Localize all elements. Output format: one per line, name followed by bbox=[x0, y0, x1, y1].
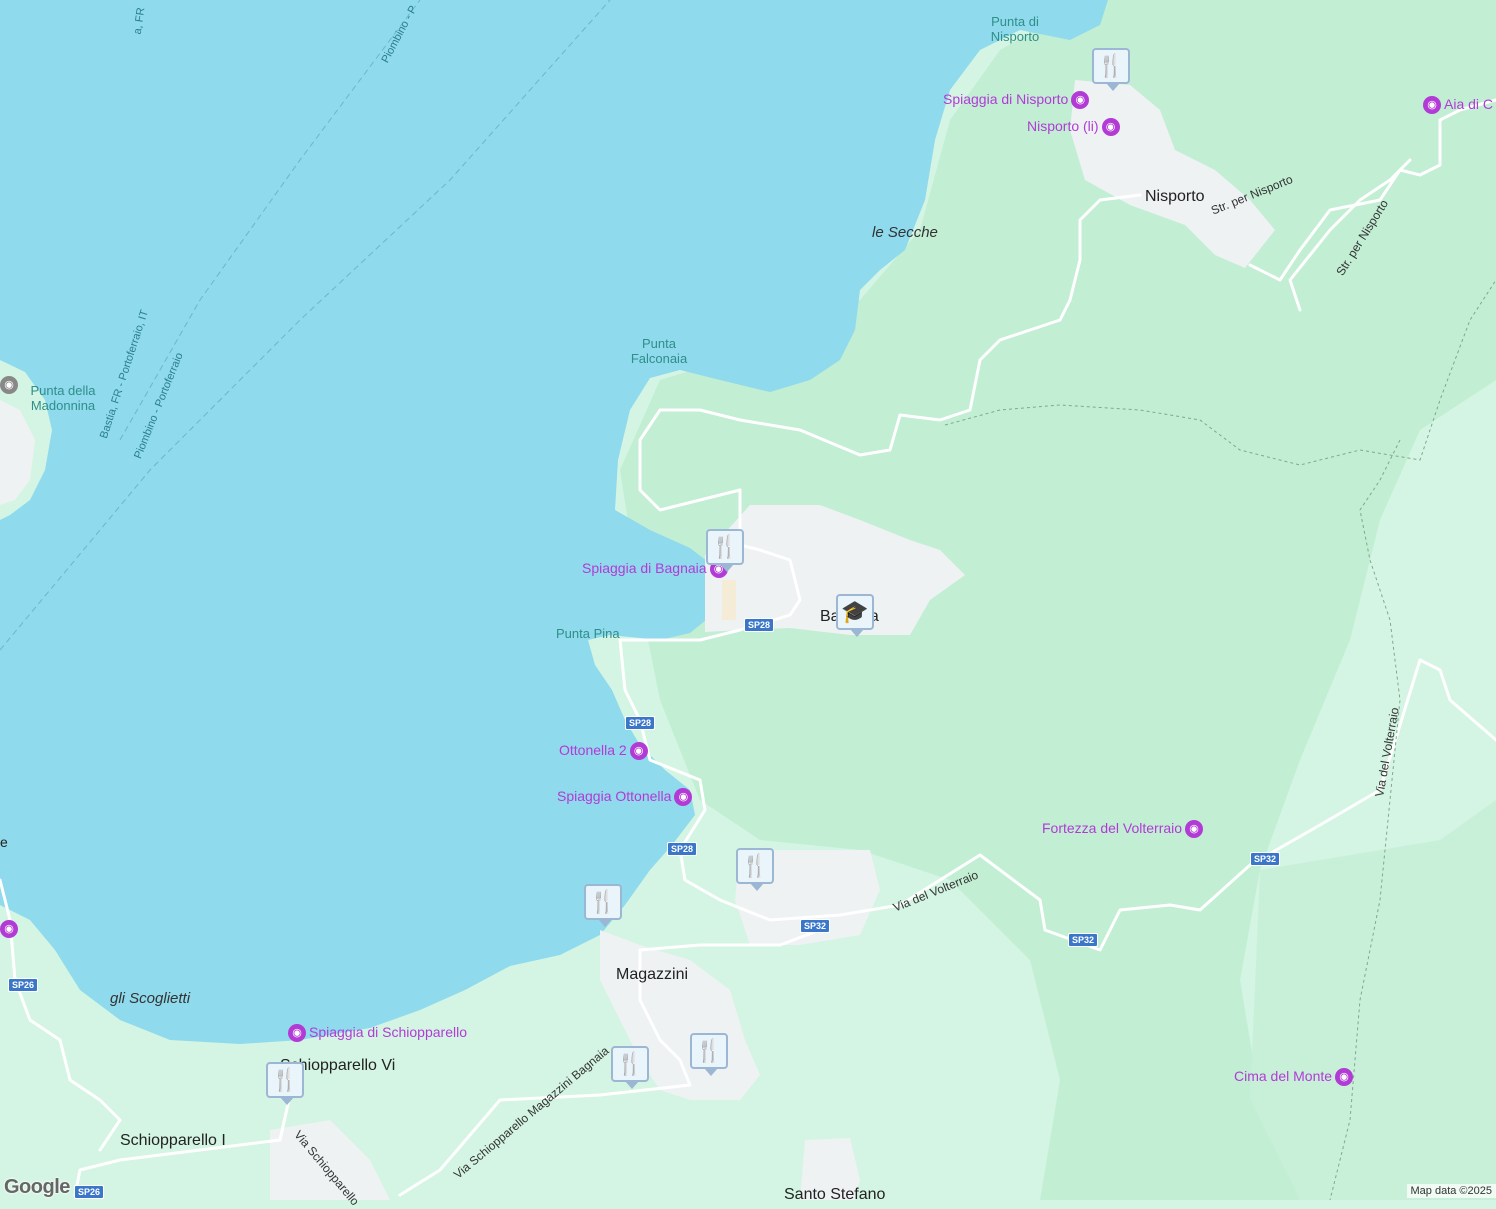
fork-knife-icon: 🍴 bbox=[613, 1048, 647, 1080]
poi-label: Nisporto (li) bbox=[1027, 118, 1099, 134]
road-shield: SP32 bbox=[1068, 933, 1098, 947]
marker-school-bagnaia[interactable]: 🎓 bbox=[836, 594, 874, 630]
poi-spiaggia-schiopparello[interactable]: ◉Spiaggia di Schiopparello bbox=[288, 1024, 467, 1042]
place-label-santo-stefano: Santo Stefano bbox=[784, 1186, 885, 1204]
place-label-schiopparello-i: Schiopparello I bbox=[120, 1132, 226, 1150]
marker-restaurant-magazzini-south-2[interactable]: 🍴 bbox=[690, 1033, 728, 1069]
poi-edge-madonnina[interactable]: ◉ bbox=[0, 376, 18, 394]
marker-restaurant-magazzini-shore[interactable]: 🍴 bbox=[584, 884, 622, 920]
camera-icon: ◉ bbox=[674, 788, 692, 806]
camera-icon: ◉ bbox=[630, 742, 648, 760]
road-shield: SP28 bbox=[744, 618, 774, 632]
fork-knife-icon: 🍴 bbox=[692, 1035, 726, 1067]
poi-edge-left[interactable]: ◉ bbox=[0, 920, 18, 938]
road-shield: SP28 bbox=[667, 842, 697, 856]
poi-ottonella-2[interactable]: Ottonella 2◉ bbox=[559, 742, 648, 760]
poi-nisporto-li[interactable]: Nisporto (li)◉ bbox=[1027, 118, 1120, 136]
map-attribution[interactable]: Map data ©2025 bbox=[1407, 1184, 1496, 1198]
poi-label: Cima del Monte bbox=[1234, 1068, 1332, 1084]
poi-label: Spiaggia Ottonella bbox=[557, 788, 671, 804]
area-label-le-secche: le Secche bbox=[872, 224, 938, 241]
cape-label-punta-nisporto: Punta di Nisporto bbox=[982, 15, 1048, 45]
fork-knife-icon: 🍴 bbox=[586, 886, 620, 918]
marker-restaurant-magazzini-east[interactable]: 🍴 bbox=[736, 848, 774, 884]
cape-label-punta-pina: Punta Pina bbox=[556, 627, 620, 642]
camera-icon: ◉ bbox=[1071, 91, 1089, 109]
poi-label: Spiaggia di Bagnaia bbox=[582, 560, 707, 576]
road-shield: SP28 bbox=[625, 716, 655, 730]
road-shield: SP26 bbox=[74, 1185, 104, 1199]
marker-restaurant-nisporto[interactable]: 🍴 bbox=[1092, 48, 1130, 84]
camera-icon: ◉ bbox=[0, 376, 18, 394]
poi-spiaggia-nisporto[interactable]: Spiaggia di Nisporto◉ bbox=[943, 91, 1089, 109]
area-label-gli-scoglietti: gli Scoglietti bbox=[110, 990, 190, 1007]
fork-knife-icon: 🍴 bbox=[708, 531, 742, 563]
beach-bagnaia bbox=[722, 580, 736, 620]
poi-label: Fortezza del Volterraio bbox=[1042, 820, 1182, 836]
poi-aia-di-c[interactable]: ◉Aia di C bbox=[1423, 96, 1493, 114]
marker-restaurant-magazzini-south-1[interactable]: 🍴 bbox=[611, 1046, 649, 1082]
camera-icon: ◉ bbox=[1423, 96, 1441, 114]
graduation-cap-icon: 🎓 bbox=[838, 596, 872, 628]
google-logo[interactable]: Google bbox=[4, 1176, 70, 1199]
poi-spiaggia-ottonella[interactable]: Spiaggia Ottonella◉ bbox=[557, 788, 692, 806]
fork-knife-icon: 🍴 bbox=[1094, 50, 1128, 82]
edge-fragment-label: e bbox=[0, 834, 8, 850]
poi-label: Spiaggia di Schiopparello bbox=[309, 1024, 467, 1040]
camera-icon: ◉ bbox=[288, 1024, 306, 1042]
poi-label: Ottonella 2 bbox=[559, 742, 627, 758]
road-shield: SP32 bbox=[800, 919, 830, 933]
camera-icon: ◉ bbox=[1335, 1068, 1353, 1086]
poi-cima-del-monte[interactable]: Cima del Monte◉ bbox=[1234, 1068, 1353, 1086]
marker-restaurant-bagnaia[interactable]: 🍴 bbox=[706, 529, 744, 565]
camera-icon: ◉ bbox=[0, 920, 18, 938]
place-label-magazzini: Magazzini bbox=[616, 966, 688, 984]
road-shield: SP32 bbox=[1250, 852, 1280, 866]
fork-knife-icon: 🍴 bbox=[268, 1064, 302, 1096]
poi-label: Aia di C bbox=[1444, 96, 1493, 112]
poi-fortezza-volterraio[interactable]: Fortezza del Volterraio◉ bbox=[1042, 820, 1203, 838]
camera-icon: ◉ bbox=[1185, 820, 1203, 838]
fork-knife-icon: 🍴 bbox=[738, 850, 772, 882]
marker-restaurant-schiopparello[interactable]: 🍴 bbox=[266, 1062, 304, 1098]
camera-icon: ◉ bbox=[1102, 118, 1120, 136]
place-label-nisporto: Nisporto bbox=[1145, 188, 1205, 206]
poi-label: Spiaggia di Nisporto bbox=[943, 91, 1068, 107]
cape-label-punta-falconaia: Punta Falconaia bbox=[624, 337, 694, 367]
cape-label-punta-madonnina: Punta della Madonnina bbox=[18, 384, 108, 414]
road-shield: SP26 bbox=[8, 978, 38, 992]
